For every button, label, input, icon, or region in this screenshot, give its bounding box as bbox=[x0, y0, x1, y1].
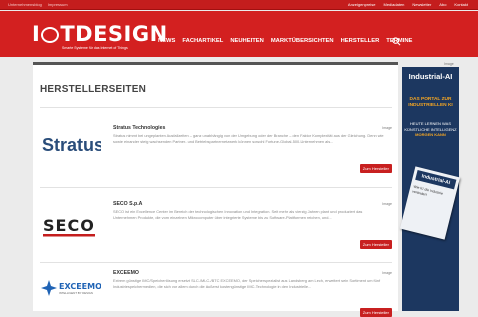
seco-logo[interactable]: SECO bbox=[41, 214, 101, 238]
manufacturer-name[interactable]: SECO S.p.A bbox=[113, 201, 142, 207]
divider bbox=[40, 107, 392, 108]
zum-hersteller-button[interactable]: Zum Hersteller bbox=[359, 164, 392, 173]
utility-link-abo[interactable]: Abo bbox=[439, 2, 446, 7]
ad-magazine-image: Industrial-AI Wie KI die Industrie verän… bbox=[399, 166, 461, 240]
image-label: Image bbox=[382, 271, 392, 275]
image-label: Image bbox=[382, 202, 392, 206]
divider bbox=[40, 187, 392, 188]
utility-link-impressum[interactable]: Impressum bbox=[48, 2, 68, 7]
stratus-logo[interactable]: Stratus bbox=[41, 132, 101, 156]
main-nav: NEWS FACHARTIKEL NEUHEITEN MARKTÜBERSICH… bbox=[158, 38, 412, 44]
ad-subline: HEUTE LERNEN WAS KÜNSTLICHE INTELLIGENZ … bbox=[404, 121, 457, 138]
site-logo[interactable]: I TDESIGN bbox=[32, 24, 168, 45]
manufacturer-name[interactable]: Stratus Technologies bbox=[113, 125, 165, 131]
nav-news[interactable]: NEWS bbox=[158, 38, 175, 44]
manufacturer-description: Stratus nimmt bei ungeplanten Ausfallzei… bbox=[113, 133, 384, 144]
exceemo-logo[interactable]: EXCEEMO INTELLIGENT BY DESIGN bbox=[41, 276, 101, 300]
svg-text:SECO: SECO bbox=[43, 216, 95, 235]
svg-text:EXCEEMO: EXCEEMO bbox=[59, 282, 101, 291]
zum-hersteller-button[interactable]: Zum Hersteller bbox=[359, 308, 392, 317]
manufacturer-description: Extrem günstige IMC/Speicherlösung erset… bbox=[113, 278, 381, 289]
ad-image-label: Image bbox=[444, 62, 454, 66]
utility-link-blog[interactable]: Unternehmensblog bbox=[8, 2, 42, 7]
site-header: I TDESIGN Smarte Systeme für das Internet… bbox=[0, 11, 478, 57]
zum-hersteller-button[interactable]: Zum Hersteller bbox=[359, 240, 392, 249]
nav-fachartikel[interactable]: FACHARTIKEL bbox=[182, 38, 223, 44]
ad-brand: Industrial-AI bbox=[408, 72, 453, 81]
nav-neuheiten[interactable]: NEUHEITEN bbox=[230, 38, 264, 44]
nav-hersteller[interactable]: HERSTELLER bbox=[341, 38, 380, 44]
divider bbox=[40, 262, 392, 263]
manufacturer-name[interactable]: EXCEEMO bbox=[113, 270, 139, 276]
utility-link-kontakt[interactable]: Kontakt bbox=[454, 2, 468, 7]
utility-link-newsletter[interactable]: Newsletter bbox=[412, 2, 431, 7]
manufacturer-description: SECO ist ein Excellence Center im Bereic… bbox=[113, 209, 363, 220]
image-label: Image bbox=[382, 126, 392, 130]
page-title: HERSTELLERSEITEN bbox=[40, 84, 146, 95]
utility-link-mediadaten[interactable]: Mediadaten bbox=[383, 2, 404, 7]
industrial-ai-banner-ad[interactable]: Industrial-AI DAS PORTAL ZUR INDUSTRIELL… bbox=[399, 67, 461, 311]
utility-link-anzeigenpreise[interactable]: Anzeigenpreise bbox=[348, 2, 376, 7]
ad-headline: DAS PORTAL ZUR INDUSTRIELLEN KI bbox=[408, 97, 453, 109]
logo-ring-icon bbox=[41, 27, 60, 43]
main-content: HERSTELLERSEITEN Stratus Stratus Technol… bbox=[33, 62, 398, 317]
svg-text:Stratus: Stratus bbox=[42, 135, 101, 155]
utility-bar: Unternehmensblog Impressum Anzeigenpreis… bbox=[0, 0, 478, 10]
search-icon[interactable] bbox=[392, 37, 401, 46]
svg-text:INTELLIGENT BY DESIGN: INTELLIGENT BY DESIGN bbox=[59, 291, 93, 295]
logo-tagline: Smarte Systeme für das Internet of Thing… bbox=[62, 46, 128, 50]
nav-marktuebersichten[interactable]: MARKTÜBERSICHTEN bbox=[271, 38, 334, 44]
